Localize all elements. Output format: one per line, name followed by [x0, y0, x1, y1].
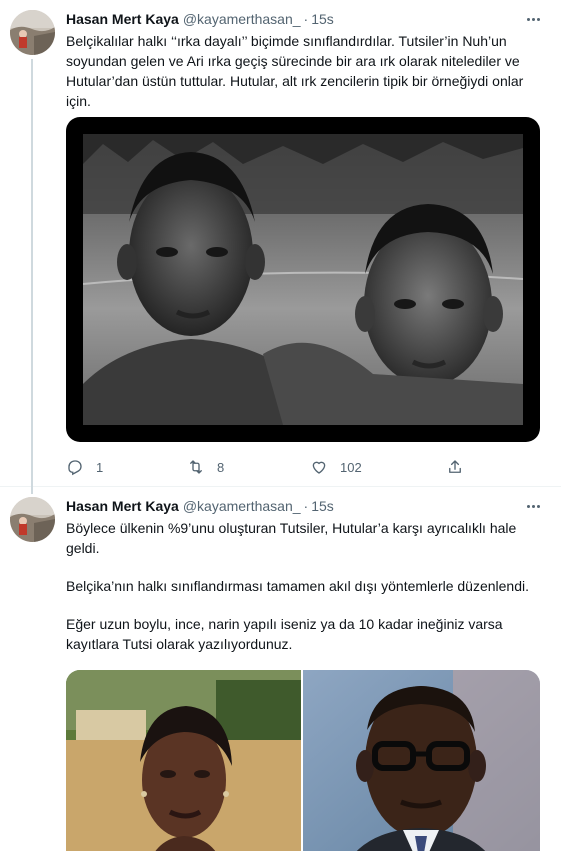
like-count: 102 — [340, 459, 362, 475]
author-handle[interactable]: @kayamerthasan_ — [183, 11, 301, 27]
author-avatar[interactable] — [10, 10, 55, 55]
tweet-timestamp[interactable]: 15s — [311, 498, 334, 514]
tweet-header: Hasan Mert Kaya @kayamerthasan_ · 15s — [66, 9, 543, 29]
tweet-text-line: Eğer uzun boylu, ince, narin yapılı isen… — [66, 616, 503, 632]
like-button[interactable]: 102 — [310, 456, 362, 478]
tweet-text-line: geldi. — [66, 540, 100, 556]
author-avatar[interactable] — [10, 497, 55, 542]
separator-dot: · — [303, 498, 309, 514]
tweet-photo-grid — [66, 670, 540, 851]
tweet-text-line: kayıtlara Tutsi olarak yazılıyordunuz. — [66, 636, 293, 652]
tweet-timestamp[interactable]: 15s — [311, 11, 334, 27]
tweet-text-line: soyundan gelen ve Ari ırka geçiş sürecin… — [66, 53, 520, 69]
tweet-text: Böylece ülkenin %9’unu oluşturan Tutsile… — [66, 518, 543, 654]
thread-line — [31, 486, 33, 494]
tweet-text-line: Belçikalılar halkı ‘‘ırka dayalı’’ biçim… — [66, 33, 507, 49]
reply-icon — [68, 460, 82, 476]
photo-woman-portrait — [66, 670, 301, 851]
photo-man-with-glasses — [303, 670, 540, 851]
share-button[interactable] — [446, 456, 464, 478]
retweet-count: 8 — [217, 459, 225, 475]
tweet-text: Belçikalılar halkı ‘‘ırka dayalı’’ biçim… — [66, 31, 543, 111]
tweet-actions: 1 8 102 — [66, 456, 466, 478]
tweet-text-line: Böylece ülkenin %9’unu oluşturan Tutsile… — [66, 520, 517, 536]
retweet-button[interactable]: 8 — [187, 456, 224, 478]
tweet-photo[interactable] — [66, 670, 301, 851]
tweet-header: Hasan Mert Kaya @kayamerthasan_ · 15s — [66, 496, 543, 516]
author-name[interactable]: Hasan Mert Kaya — [66, 498, 179, 514]
tweet-2[interactable]: Hasan Mert Kaya @kayamerthasan_ · 15s Bö… — [0, 486, 561, 851]
tweet-text-line: Belçika’nın halkı sınıflandırması tamame… — [66, 578, 530, 594]
author-handle[interactable]: @kayamerthasan_ — [183, 498, 301, 514]
more-options-icon[interactable] — [523, 498, 543, 514]
tweet-photo[interactable] — [303, 670, 540, 851]
tweet-photo[interactable] — [66, 117, 540, 442]
separator-dot: · — [303, 11, 309, 27]
thread-line — [31, 59, 33, 489]
reply-count: 1 — [96, 459, 104, 475]
more-options-icon[interactable] — [523, 11, 543, 27]
tweet-text-line: için. — [66, 93, 91, 109]
tweet-1[interactable]: Hasan Mert Kaya @kayamerthasan_ · 15s Be… — [0, 0, 561, 489]
share-icon — [449, 460, 461, 473]
author-name[interactable]: Hasan Mert Kaya — [66, 11, 179, 27]
tweet-content: Hasan Mert Kaya @kayamerthasan_ · 15s Bö… — [66, 496, 543, 851]
retweet-icon — [190, 460, 202, 474]
reply-button[interactable]: 1 — [66, 456, 103, 478]
tweet-text-line: Hutular’dan üstün tuttular. Hutular, alt… — [66, 73, 524, 89]
tweet-content: Hasan Mert Kaya @kayamerthasan_ · 15s Be… — [66, 9, 543, 476]
heart-icon — [312, 461, 326, 474]
black-and-white-photo-two-boys — [83, 134, 523, 425]
